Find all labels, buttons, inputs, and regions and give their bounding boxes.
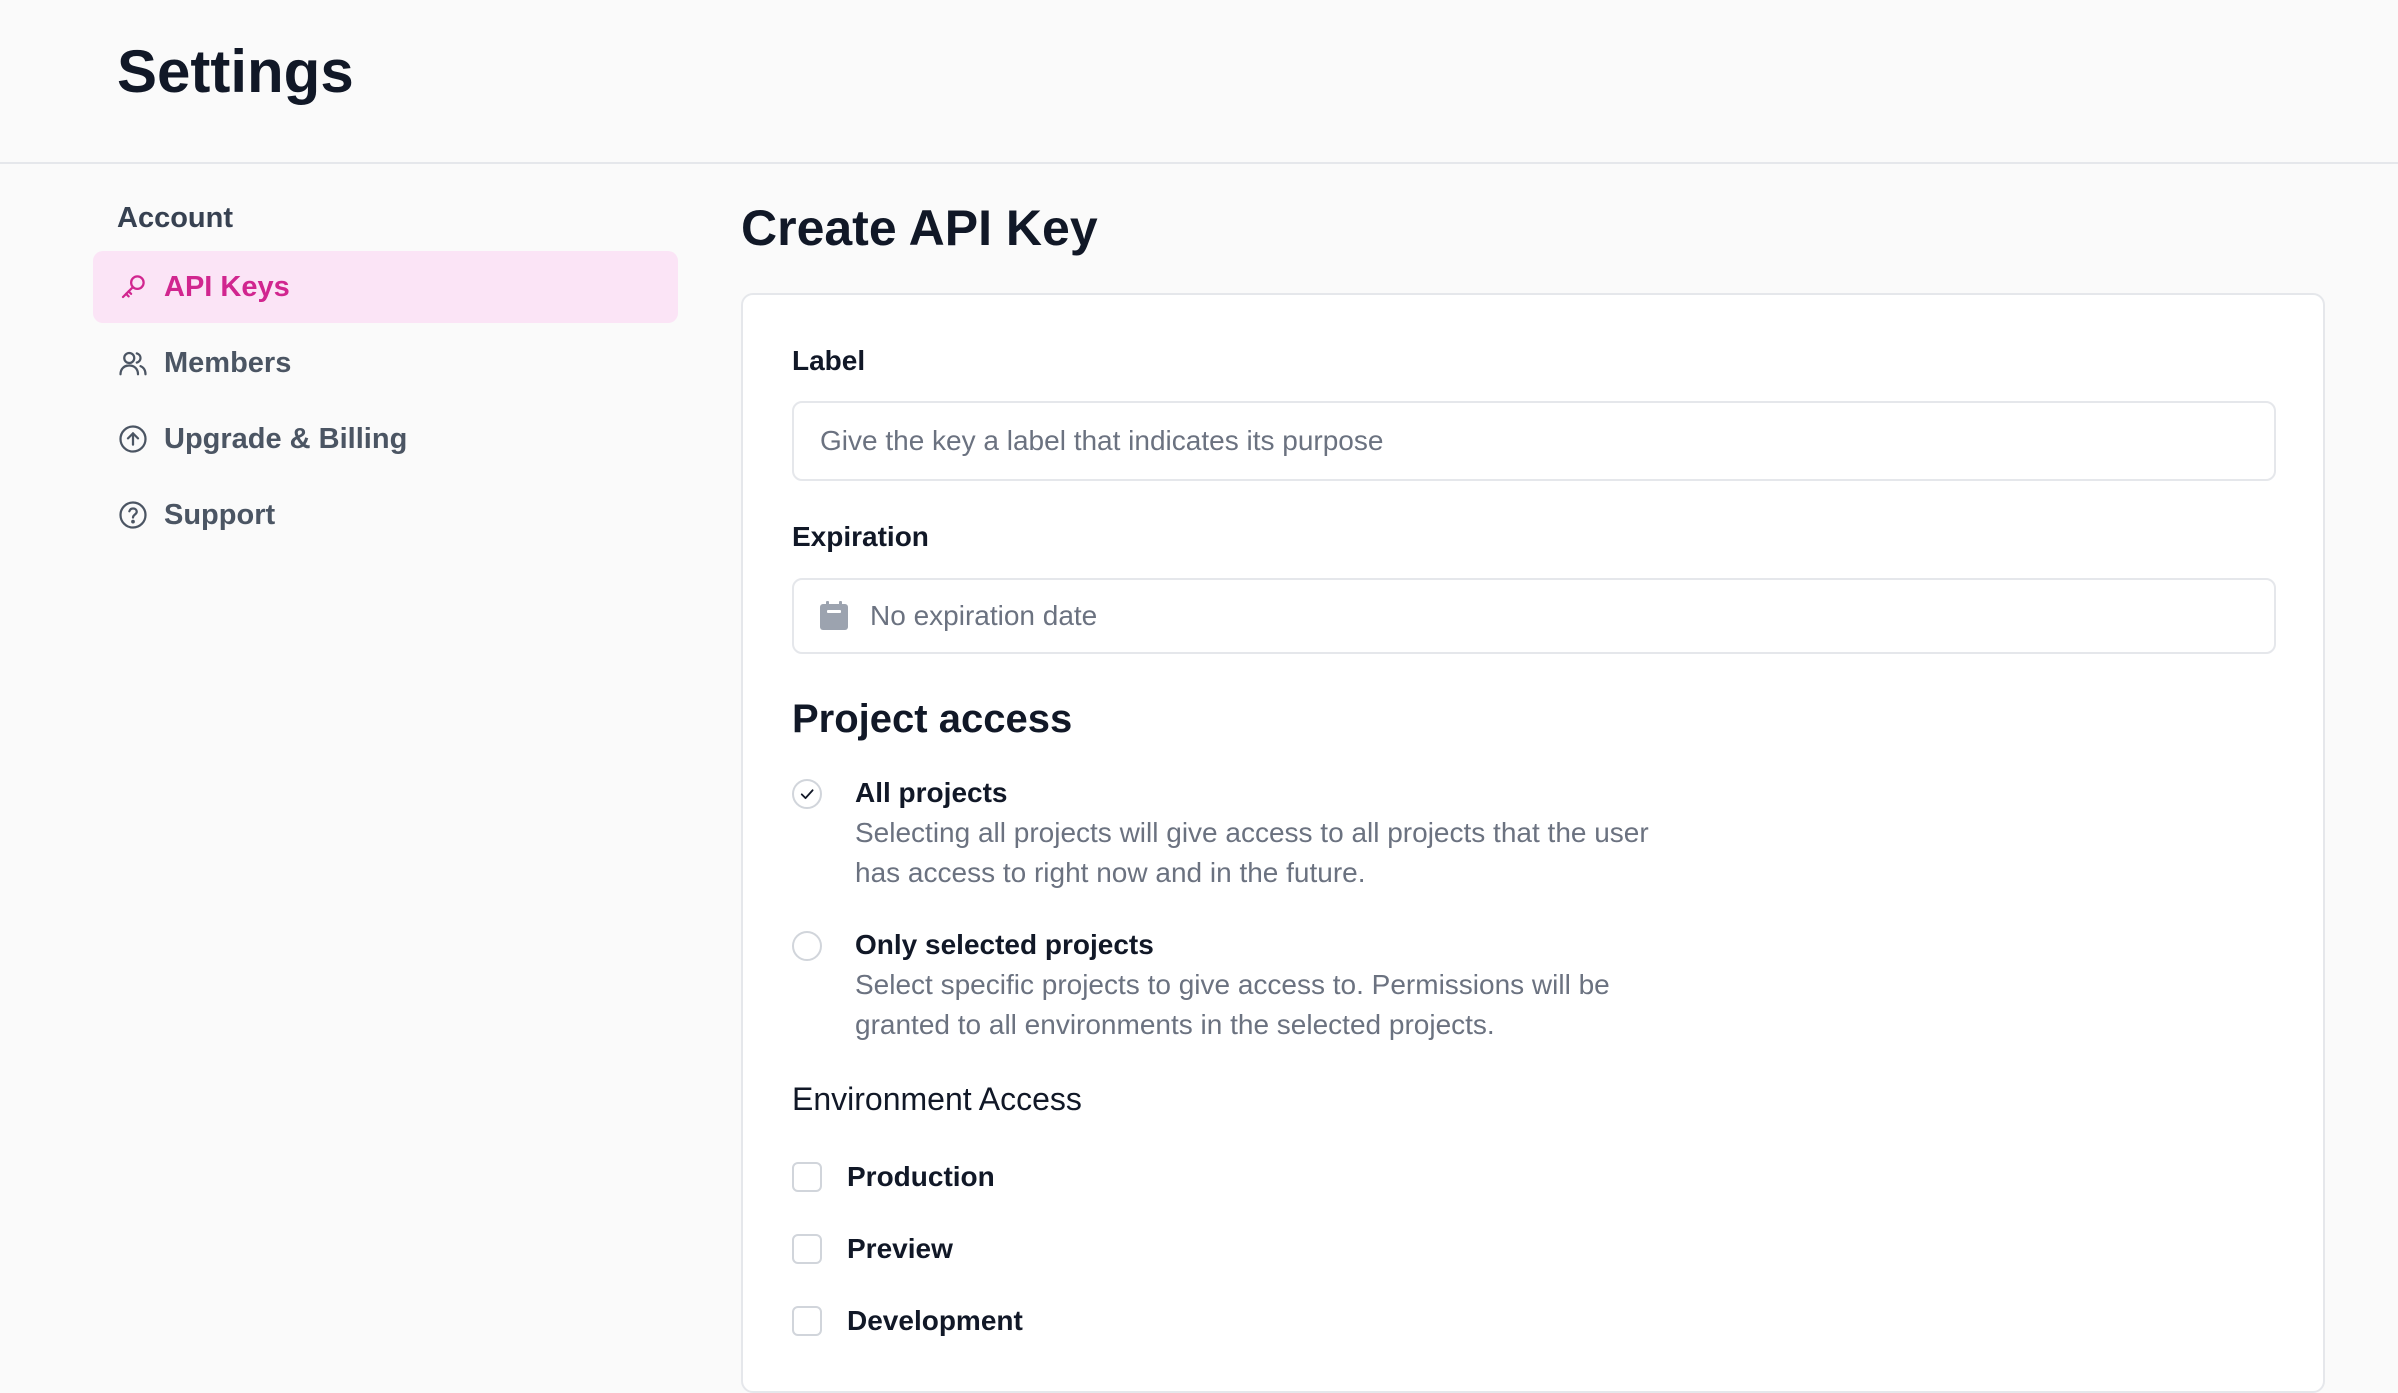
checkbox-label: Production [847, 1161, 995, 1192]
radio-selected-projects[interactable] [792, 931, 822, 961]
radio-option-selected-projects[interactable]: Only selected projects Select specific p… [792, 927, 1692, 1040]
radio-title: Only selected projects [855, 929, 1154, 960]
checkbox-row-production[interactable]: Production [792, 1159, 995, 1195]
checkbox-production[interactable] [792, 1162, 822, 1192]
checkbox-row-preview[interactable]: Preview [792, 1231, 953, 1267]
sidebar-item-upgrade-billing[interactable]: Upgrade & Billing [93, 403, 678, 475]
check-icon [800, 789, 814, 800]
sidebar-item-label: Upgrade & Billing [164, 422, 408, 455]
create-api-key-form: Label Expiration No expiration date Proj… [741, 293, 2325, 1393]
expiration-date-picker[interactable]: No expiration date [792, 578, 2276, 654]
sidebar-item-members[interactable]: Members [93, 327, 678, 399]
page-title: Settings [117, 38, 354, 105]
checkbox-label: Preview [847, 1233, 953, 1264]
sidebar-section-title: Account [117, 202, 233, 234]
key-icon [117, 271, 149, 303]
checkbox-row-development[interactable]: Development [792, 1303, 1023, 1339]
checkbox-label: Development [847, 1305, 1023, 1336]
radio-title: All projects [855, 777, 1008, 808]
radio-option-all-projects[interactable]: All projects Selecting all projects will… [792, 775, 1692, 888]
radio-all-projects[interactable] [792, 779, 822, 809]
arrow-up-circle-icon [117, 423, 149, 455]
label-input-wrapper [792, 401, 2276, 481]
calendar-icon [818, 600, 850, 632]
radio-description: Select specific projects to give access … [855, 969, 1610, 1040]
users-icon [117, 347, 149, 379]
project-access-heading: Project access [792, 697, 1073, 741]
help-circle-icon [117, 499, 149, 531]
label-field-label: Label [792, 345, 866, 376]
sidebar-item-label: Members [164, 346, 292, 379]
checkbox-development[interactable] [792, 1306, 822, 1336]
radio-description: Selecting all projects will give access … [855, 817, 1649, 888]
sidebar-item-api-keys[interactable]: API Keys [93, 251, 678, 323]
checkbox-preview[interactable] [792, 1234, 822, 1264]
sidebar-item-support[interactable]: Support [93, 479, 678, 551]
expiration-field-label: Expiration [792, 521, 929, 552]
label-input[interactable] [818, 424, 2250, 458]
expiration-value: No expiration date [870, 600, 1098, 631]
sidebar-item-label: Support [164, 498, 276, 531]
main-title: Create API Key [741, 200, 1098, 256]
environment-access-heading: Environment Access [792, 1081, 1082, 1117]
top-bar: Settings [0, 0, 2398, 164]
sidebar-item-label: API Keys [164, 270, 290, 303]
